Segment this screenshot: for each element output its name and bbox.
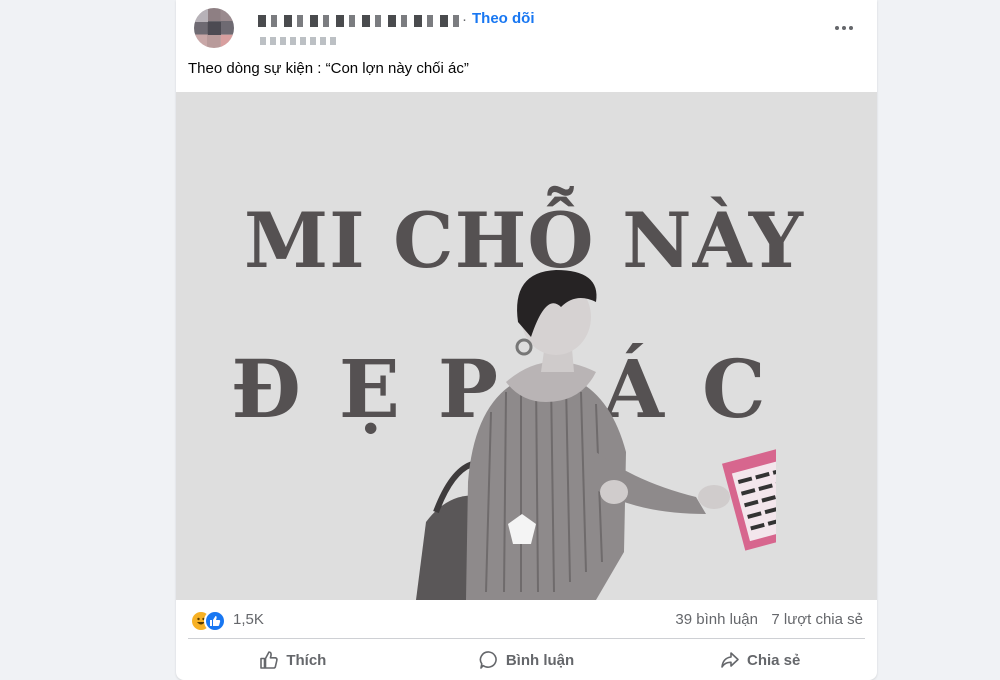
comment-count[interactable]: 39 bình luận — [675, 611, 758, 628]
comment-button[interactable]: Bình luận — [410, 640, 644, 680]
thumbs-up-icon — [260, 651, 279, 669]
reaction-stats-bar: 1,5K 39 bình luận 7 lượt chia sẻ — [176, 600, 877, 638]
divider — [188, 638, 865, 639]
share-button[interactable]: Chia sẻ — [643, 640, 877, 680]
follow-button[interactable]: Theo dõi — [472, 10, 535, 27]
share-button-label: Chia sẻ — [747, 651, 801, 669]
separator-dot: · — [462, 11, 467, 28]
woman-figure-illustration — [416, 270, 776, 600]
comment-bubble-icon — [479, 651, 497, 669]
share-count[interactable]: 7 lượt chia sẻ — [771, 611, 863, 628]
comment-button-label: Bình luận — [505, 651, 575, 669]
reaction-count[interactable]: 1,5K — [233, 611, 264, 628]
more-options-icon[interactable] — [826, 12, 862, 44]
post-action-bar: Thích Bình luận Chia sẻ — [176, 640, 877, 680]
post-caption: Theo dòng sự kiện : “Con lợn này chối ác… — [188, 60, 469, 77]
feed-post: · Theo dõi Theo dòng sự kiện : “Con lợn … — [176, 0, 877, 680]
post-header: · Theo dõi — [176, 0, 877, 52]
author-avatar[interactable] — [194, 8, 234, 48]
post-time-redacted — [260, 37, 340, 45]
like-icon — [204, 610, 226, 632]
author-name-redacted[interactable] — [258, 15, 463, 27]
reaction-icons[interactable] — [190, 610, 230, 632]
like-button[interactable]: Thích — [176, 640, 410, 680]
post-image[interactable]: MI CHỖ NÀY ĐẸP ÁC — [176, 92, 877, 600]
share-arrow-icon — [721, 652, 739, 668]
like-button-label: Thích — [286, 651, 327, 669]
